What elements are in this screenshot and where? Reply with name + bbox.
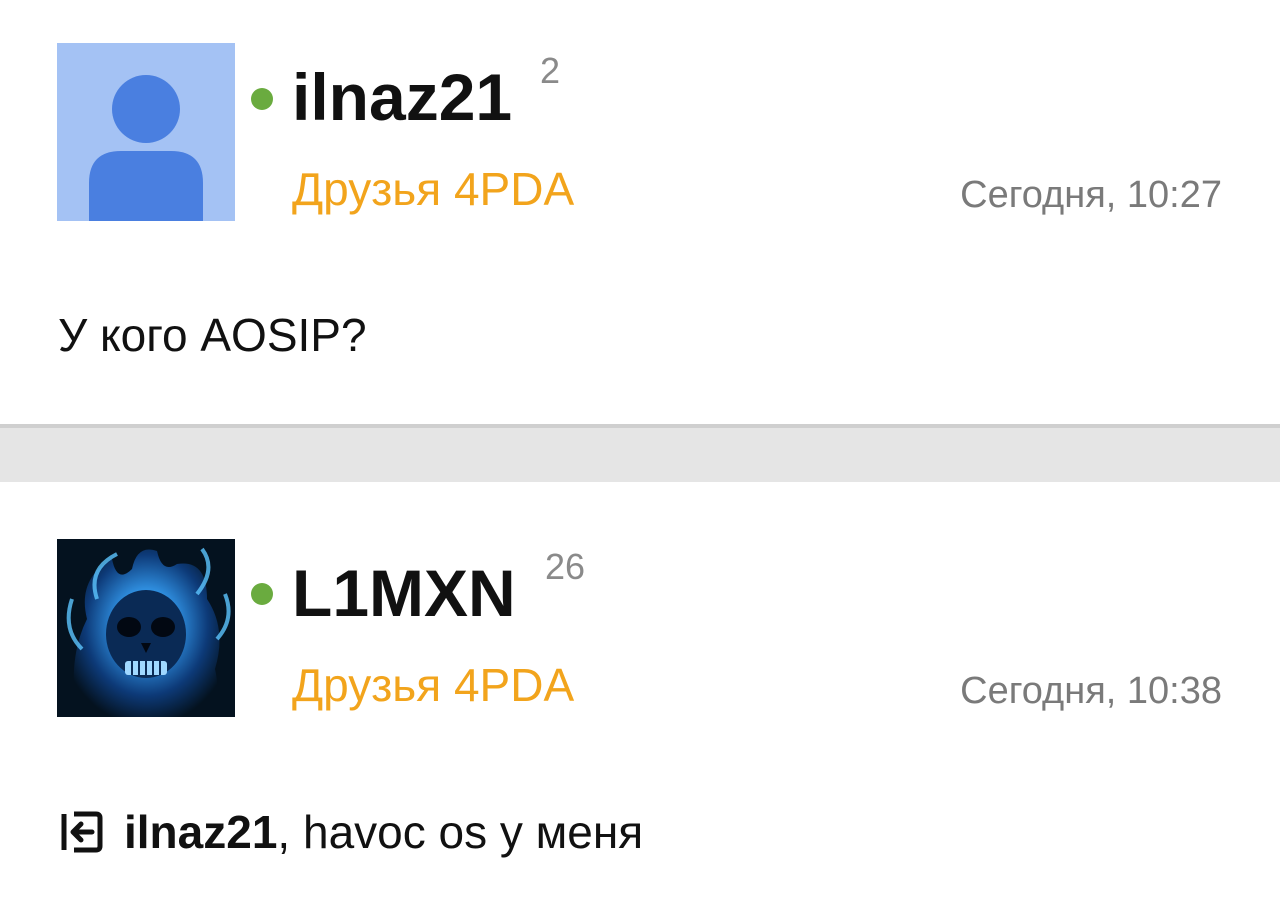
- post-body-text: , havoc os у меня: [277, 806, 644, 858]
- post-author-nickname[interactable]: ilnaz21: [292, 64, 512, 130]
- forum-post: ilnaz21 2 Друзья 4PDA Сегодня, 10:27 У к…: [0, 0, 1280, 424]
- forum-post: L1MXN 26 Друзья 4PDA Сегодня, 10:38 ilna…: [0, 482, 1280, 906]
- user-avatar[interactable]: [57, 539, 235, 717]
- user-group: Друзья 4PDA: [292, 163, 575, 215]
- post-body: ilnaz21, havoc os у меня: [58, 808, 643, 856]
- post-body: У кого AOSIP?: [58, 309, 367, 361]
- post-timestamp: Сегодня, 10:38: [960, 670, 1222, 712]
- user-group: Друзья 4PDA: [292, 659, 575, 711]
- post-timestamp: Сегодня, 10:27: [960, 174, 1222, 216]
- post-separator: [0, 424, 1280, 482]
- online-indicator: [251, 88, 273, 110]
- reputation-count[interactable]: 2: [540, 53, 560, 89]
- blue-flaming-skull-image: [57, 539, 235, 717]
- post-author-nickname[interactable]: L1MXN: [292, 560, 516, 626]
- reputation-count[interactable]: 26: [545, 549, 585, 585]
- default-avatar-icon: [57, 43, 235, 221]
- mention-link[interactable]: ilnaz21: [124, 809, 277, 855]
- user-avatar[interactable]: [57, 43, 235, 221]
- reply-arrow-icon[interactable]: [58, 808, 106, 856]
- online-indicator: [251, 583, 273, 605]
